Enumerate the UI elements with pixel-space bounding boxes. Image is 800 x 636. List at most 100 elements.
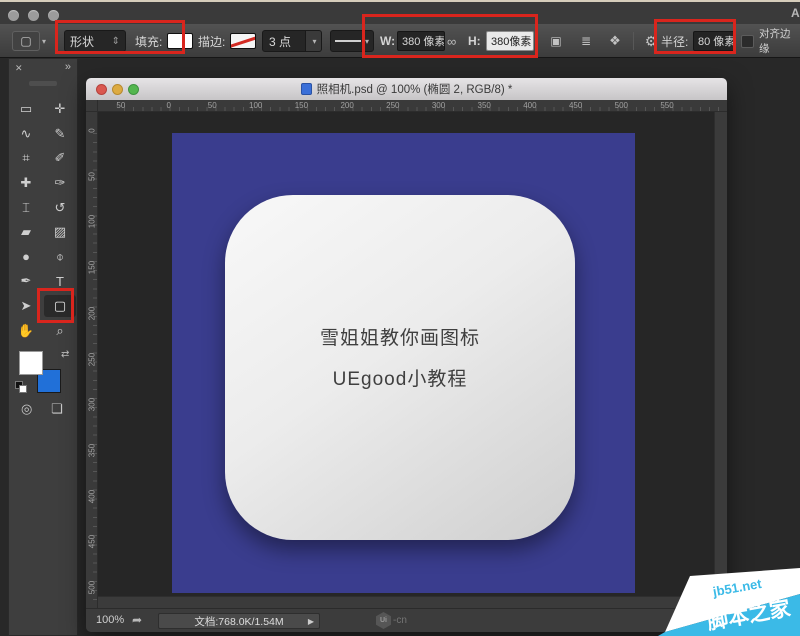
uicn-hexagon-logo: Ui (376, 612, 391, 629)
gradient-tool[interactable]: ▨ (43, 220, 77, 245)
align-edges-label: 对齐边缘 (759, 24, 800, 58)
dodge-tool[interactable]: ⌽ (43, 245, 77, 270)
uicn-suffix-text: -cn (393, 615, 407, 626)
ruler-h-number: 450 (566, 101, 582, 110)
path-arrangement-button[interactable]: ❖ (604, 24, 626, 58)
doc-zoom-button[interactable] (128, 84, 139, 95)
stroke-width-field[interactable]: 3 点 (262, 30, 306, 52)
psd-file-icon (301, 83, 312, 95)
horizontal-ruler: 50050100150200250300350400450500550 (98, 100, 727, 112)
caret-down-icon: ▾ (42, 37, 46, 46)
quick-selection-tool-icon: ✎ (55, 126, 66, 142)
ruler-v-number: 250 (88, 349, 97, 369)
ruler-v-number: 400 (88, 486, 97, 506)
brush-tool-icon: ✑ (55, 175, 66, 191)
tools-panel: ✕ » ▭✛∿✎⌗✐✚✑⌶↺▰▨●⌽✒T➤▢✋⌕ ⇄ ◎ ❏ (8, 58, 78, 636)
ruler-h-number: 350 (475, 101, 491, 110)
ruler-h-number: 550 (658, 101, 674, 110)
quick-selection-tool[interactable]: ✎ (43, 122, 77, 147)
move-tool[interactable]: ✛ (43, 97, 77, 122)
stroke-width-dropdown-button[interactable]: ▾ (306, 30, 322, 52)
ruler-v-number: 150 (88, 258, 97, 278)
stroke-label: 描边: (198, 24, 225, 58)
horizontal-scrollbar[interactable] (98, 596, 714, 608)
toolbar-separator (633, 32, 634, 50)
zoom-tool-icon: ⌕ (56, 323, 63, 339)
lasso-tool[interactable]: ∿ (9, 122, 43, 147)
document-title: 照相机.psd @ 100% (椭圆 2, RGB/8) * (301, 81, 513, 97)
hand-tool-icon: ✋ (18, 323, 34, 339)
expand-arrow-icon[interactable]: ▶ (308, 617, 314, 626)
healing-brush-tool[interactable]: ✚ (9, 171, 43, 196)
window-close-button[interactable] (8, 10, 19, 21)
workspace-partial-text: A (791, 6, 800, 20)
ruler-h-number: 0 (155, 101, 171, 110)
close-icon[interactable]: ✕ (15, 63, 23, 74)
ruler-v-number: 200 (88, 303, 97, 323)
rounded-rectangle-preset-icon: ▢ (12, 31, 40, 51)
default-colors-icon[interactable] (19, 385, 27, 393)
doc-close-button[interactable] (96, 84, 107, 95)
ruler-h-number: 400 (521, 101, 537, 110)
history-brush-tool[interactable]: ↺ (43, 195, 77, 220)
canvas-text-line1: 雪姐姐教你画图标 (320, 323, 480, 350)
ruler-h-number: 300 (429, 101, 445, 110)
doc-size-indicator[interactable]: 文档:768.0K/1.54M ▶ (158, 613, 320, 629)
uicn-watermark: Ui -cn (376, 612, 407, 629)
tool-preset-button[interactable]: ▢ ▾ (12, 24, 46, 58)
blur-tool[interactable]: ● (9, 245, 43, 270)
ruler-v-number: 50 (88, 166, 97, 186)
ruler-h-number: 250 (384, 101, 400, 110)
brush-tool[interactable]: ✑ (43, 171, 77, 196)
canvas[interactable]: 雪姐姐教你画图标 UEgood小教程 (172, 133, 635, 593)
move-tool-icon: ✛ (55, 101, 66, 117)
eyedropper-tool-icon: ✐ (55, 150, 66, 166)
annotation-box-width-height (362, 14, 538, 58)
caret-down-icon: ▾ (312, 37, 316, 46)
crop-tool[interactable]: ⌗ (9, 146, 43, 171)
ruler-h-number: 200 (338, 101, 354, 110)
rounded-rectangle-shape[interactable]: 雪姐姐教你画图标 UEgood小教程 (225, 195, 575, 540)
path-operations-button[interactable]: ▣ (545, 24, 567, 58)
dodge-tool-icon: ⌽ (56, 249, 64, 265)
eyedropper-tool[interactable]: ✐ (43, 146, 77, 171)
clone-stamp-tool[interactable]: ⌶ (9, 195, 43, 220)
ruler-h-number: 150 (292, 101, 308, 110)
rectangular-marquee-tool[interactable]: ▭ (9, 97, 43, 122)
stroke-color-swatch[interactable] (230, 33, 256, 49)
window-minimize-button[interactable] (28, 10, 39, 21)
document-title-text: 照相机.psd @ 100% (椭圆 2, RGB/8) * (317, 81, 513, 97)
ruler-v-number: 500 (88, 578, 97, 598)
swap-colors-icon[interactable]: ⇄ (61, 349, 69, 360)
panel-drag-nub[interactable] (29, 81, 57, 86)
eraser-tool[interactable]: ▰ (9, 220, 43, 245)
ruler-v-number: 0 (88, 121, 97, 141)
align-edges-checkbox[interactable] (741, 35, 754, 48)
eraser-tool-icon: ▰ (21, 224, 31, 240)
document-titlebar[interactable]: 照相机.psd @ 100% (椭圆 2, RGB/8) * (86, 78, 727, 100)
vertical-scrollbar[interactable] (714, 112, 727, 596)
ruler-h-number: 50 (201, 101, 217, 110)
lasso-tool-icon: ∿ (21, 126, 32, 142)
photoshop-app: A ▢ ▾ 形状 ⇕ 填充: 描边: 3 点 ▾ ▾ W: 380 像素 ∞ H… (0, 0, 800, 636)
canvas-text-line2: UEgood小教程 (333, 364, 468, 391)
history-brush-tool-icon: ↺ (55, 200, 66, 216)
type-tool-icon: T (56, 274, 64, 289)
doc-minimize-button[interactable] (112, 84, 123, 95)
quick-mask-button[interactable]: ◎ (21, 401, 32, 417)
doc-size-text: 文档:768.0K/1.54M (194, 614, 283, 629)
document-window: 照相机.psd @ 100% (椭圆 2, RGB/8) * 500501001… (86, 78, 727, 632)
collapse-panel-icon[interactable]: » (65, 61, 71, 73)
export-icon[interactable]: ➦ (132, 613, 142, 627)
path-alignment-button[interactable]: ≣ (575, 24, 597, 58)
ruler-v-number: 450 (88, 532, 97, 552)
ruler-h-number: 500 (612, 101, 628, 110)
screen-mode-button[interactable]: ❏ (51, 401, 63, 417)
annotation-box-shape-fill (55, 20, 185, 54)
healing-brush-tool-icon: ✚ (21, 175, 32, 191)
foreground-color-swatch[interactable] (19, 351, 43, 375)
stroke-width-value: 3 点 (269, 33, 291, 50)
annotation-box-radius (654, 19, 736, 54)
ruler-v-number: 300 (88, 395, 97, 415)
zoom-level[interactable]: 100% (96, 614, 124, 626)
